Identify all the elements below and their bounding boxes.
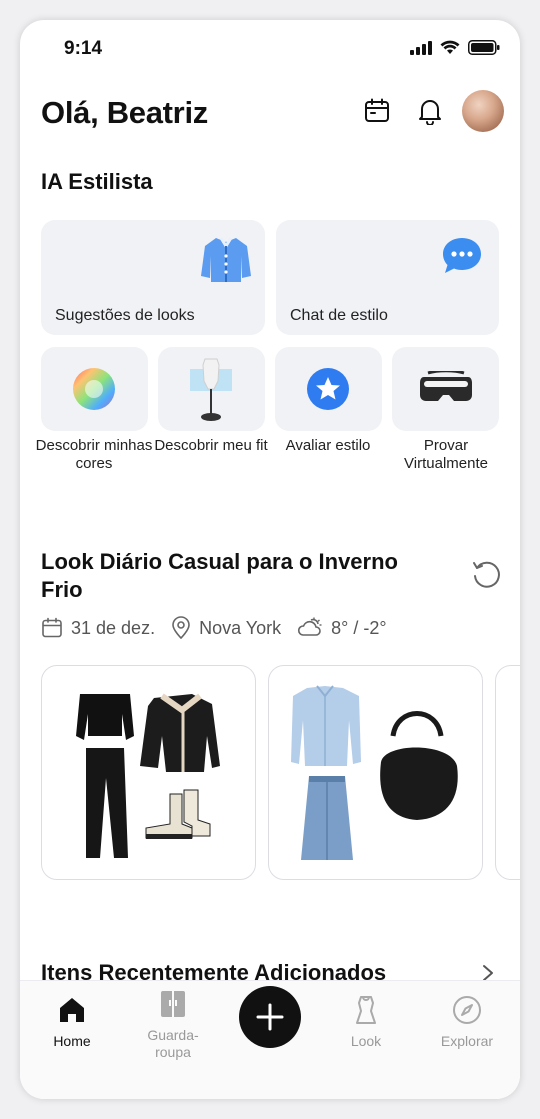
partly-cloudy-icon <box>298 617 322 636</box>
daily-look-meta: 31 de dez. Nova York 8° / -2° <box>41 616 403 640</box>
looks-suggestion-card[interactable]: Sugestões de looks <box>41 220 265 335</box>
star-badge-icon <box>307 368 349 410</box>
look-card-2[interactable] <box>268 665 483 880</box>
virtual-tryon-label: Provar Virtualmente <box>404 437 488 472</box>
location-item: Nova York <box>171 616 281 640</box>
tab-wardrobe-label: Guarda-roupa <box>147 1027 199 1060</box>
calendar-button[interactable] <box>362 96 392 126</box>
refresh-button[interactable] <box>470 558 502 590</box>
tab-bar: Home Guarda-roupa Look Explorar <box>20 980 520 1099</box>
home-icon <box>60 998 84 1022</box>
style-chat-label: Chat de estilo <box>290 307 388 324</box>
avatar[interactable] <box>462 90 504 132</box>
style-chat-card[interactable]: Chat de estilo <box>276 220 499 335</box>
tab-explore[interactable]: Explorar <box>422 995 512 1049</box>
status-icons <box>410 40 500 55</box>
header: Olá, Beatriz <box>20 90 520 150</box>
tab-home-label: Home <box>53 1033 91 1049</box>
color-wheel-icon <box>73 368 115 410</box>
location-text: Nova York <box>199 617 282 638</box>
outfit-black-icon <box>76 693 220 858</box>
rate-style-label: Avaliar estilo <box>285 437 371 454</box>
notifications-button[interactable] <box>415 96 445 126</box>
looks-suggestion-label: Sugestões de looks <box>55 307 195 324</box>
weather-text: 8° / -2° <box>331 617 387 638</box>
vr-headset-icon <box>420 371 472 401</box>
refresh-icon <box>473 561 500 588</box>
phone-frame: 9:14 Olá, Beatriz IA Estilista Sugestões… <box>20 20 520 1099</box>
cardigan-icon <box>201 237 251 282</box>
tab-explore-label: Explorar <box>440 1033 494 1049</box>
compass-icon <box>453 996 481 1024</box>
look-card-1[interactable] <box>41 665 256 880</box>
tab-home[interactable]: Home <box>27 995 117 1049</box>
add-button[interactable] <box>239 986 301 1048</box>
tab-look-label: Look <box>350 1033 382 1049</box>
mannequin-icon <box>190 358 232 421</box>
outfit-denim-icon <box>291 685 458 860</box>
location-pin-icon <box>172 616 190 640</box>
status-time: 9:14 <box>64 38 103 59</box>
dress-form-icon <box>356 996 376 1024</box>
date-text: 31 de dez. <box>71 617 156 638</box>
look-card-3[interactable] <box>495 665 520 880</box>
battery-icon <box>468 40 500 55</box>
date-item: 31 de dez. <box>41 617 155 639</box>
daily-look-title: Look Diário Casual para o Inverno Frio <box>41 549 398 602</box>
status-bar: 9:14 <box>20 34 520 62</box>
signal-icon <box>410 40 432 55</box>
calendar-small-icon <box>42 617 62 638</box>
weather-item: 8° / -2° <box>297 617 387 639</box>
discover-fit-label: Descobrir meu fit <box>154 437 268 454</box>
plus-icon <box>256 1003 284 1031</box>
greeting-title: Olá, Beatriz <box>41 95 208 130</box>
tab-wardrobe[interactable]: Guarda-roupa <box>128 989 218 1061</box>
rate-style-card[interactable] <box>275 347 382 431</box>
discover-colors-label: Descobrir minhas cores <box>35 437 153 472</box>
discover-fit-card[interactable] <box>158 347 265 431</box>
tab-look[interactable]: Look <box>321 995 411 1049</box>
wifi-icon <box>440 40 460 54</box>
chat-bubble-icon <box>443 238 481 273</box>
calendar-icon <box>365 98 389 122</box>
wardrobe-icon <box>161 991 185 1017</box>
discover-colors-card[interactable] <box>41 347 148 431</box>
virtual-tryon-card[interactable] <box>392 347 499 431</box>
stylist-section-title: IA Estilista <box>41 169 153 194</box>
bell-icon <box>419 100 441 125</box>
